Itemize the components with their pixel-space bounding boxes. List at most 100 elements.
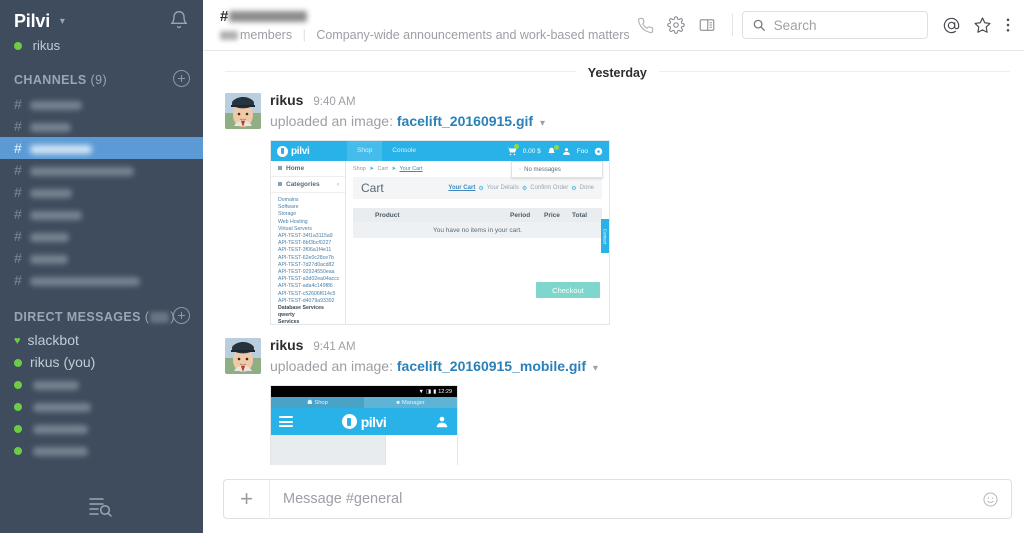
kebab-menu-icon[interactable]	[998, 10, 1018, 41]
sidebar-dm-item[interactable]: rikus (you)	[0, 351, 203, 373]
sidebar-channel-item[interactable]: #	[0, 225, 203, 247]
cart-page-title: Cart	[361, 181, 384, 195]
search-input[interactable]: Search	[741, 11, 928, 39]
desktop-shop-screenshot[interactable]: pilvi Shop Console 0.00 $ Foo ◦ No messa…	[270, 140, 610, 325]
channels-label: CHANNELS	[14, 73, 87, 88]
step-your-details: Your Details	[486, 185, 519, 191]
gear-icon[interactable]	[661, 10, 692, 41]
shop-category-item: Virtual Servers	[278, 225, 312, 232]
channel-name-redacted	[30, 166, 134, 176]
breadcrumb-your-cart: Your Cart	[399, 166, 423, 172]
message-author[interactable]: rikus	[270, 337, 303, 353]
file-link[interactable]: facelift_20160915.gif	[397, 113, 533, 129]
shop-category-item: API-TEST-62e0c28ce7b	[278, 254, 334, 261]
channel-name-redacted	[30, 254, 68, 264]
shop-category-item: Software	[278, 204, 299, 211]
presence-dot	[14, 359, 22, 368]
message-timestamp: 9:41 AM	[313, 341, 356, 353]
channel-name-redacted	[229, 11, 308, 23]
members-label: members	[240, 27, 293, 42]
gear-icon: ⚙	[521, 185, 528, 192]
meta-divider: |	[302, 27, 306, 42]
message-author[interactable]: rikus	[270, 92, 303, 108]
channel-name-redacted	[30, 210, 82, 220]
sidebar-footer	[0, 481, 203, 533]
smiley-icon[interactable]	[971, 491, 1011, 508]
sidebar-channel-item[interactable]: #	[0, 115, 203, 137]
channels-section-header: CHANNELS (9)	[0, 70, 203, 88]
shop-category-item: API-TEST-8bf3bcf0227	[278, 240, 332, 247]
sidebar-dm-item[interactable]: ♥ slackbot	[0, 329, 203, 351]
mobile-tab-shop-label: Shop	[314, 399, 328, 406]
star-icon[interactable]	[967, 10, 998, 41]
shop-main: Shop ➤ Cart ➤ Your Cart Cart Your Cart ⚙…	[346, 161, 609, 324]
column-total: Total	[572, 211, 588, 219]
pilvi-logo: pilvi	[271, 414, 457, 430]
user-label: Foo	[576, 147, 588, 155]
plus-circle-icon[interactable]	[173, 70, 190, 88]
sidebar-dm-item[interactable]	[0, 439, 203, 461]
hash-icon: #	[14, 140, 22, 157]
message-text: uploaded an image: facelift_20160915_mob…	[270, 356, 1012, 379]
column-price: Price	[544, 211, 560, 219]
chevron-down-icon[interactable]: ▾	[593, 363, 598, 374]
message-input[interactable]: Message #general	[270, 491, 971, 507]
shop-category-item: Services	[278, 319, 300, 325]
step-done: Done	[579, 185, 594, 191]
no-messages-text: No messages	[524, 166, 561, 173]
chevron-down-icon: ▾	[59, 16, 65, 27]
sidebar-channel-item[interactable]: #	[0, 269, 203, 291]
team-header[interactable]: Pilvi ▾	[0, 0, 203, 32]
dm-count-redacted	[150, 312, 170, 324]
message-list[interactable]: Yesterday rikus 9:40 AM uploaded an imag…	[203, 51, 1024, 533]
hash-icon: #	[14, 206, 22, 223]
sidebar-channel-item[interactable]: #	[0, 159, 203, 181]
file-link[interactable]: facelift_20160915_mobile.gif	[397, 358, 586, 374]
plus-icon[interactable]: +	[224, 479, 270, 519]
presence-dot	[14, 425, 22, 434]
cart-table-header: Product Period Price Total	[353, 208, 602, 222]
sidebar-panel-icon[interactable]	[692, 10, 723, 41]
message-composer[interactable]: + Message #general	[223, 479, 1012, 519]
bell-badge	[553, 144, 559, 150]
shop-topbar-right: 0.00 $ Foo	[506, 143, 609, 156]
sidebar-dm-item[interactable]	[0, 395, 203, 417]
shop-category-item: Domains	[278, 197, 299, 203]
message-body: rikus 9:40 AM uploaded an image: facelif…	[270, 93, 1012, 325]
shop-category-item: API-TEST-ada4c149f86	[278, 283, 333, 290]
sidebar-channel-item[interactable]: #	[0, 203, 203, 225]
bell-icon	[547, 144, 559, 156]
shop-category-item: API-TEST-c52606f614c5	[278, 290, 336, 297]
plus-circle-icon[interactable]	[173, 307, 190, 325]
sidebar-channel-item[interactable]: #	[0, 181, 203, 203]
channel-title-block[interactable]: # members | Company-wide announcements a…	[220, 8, 630, 42]
avatar[interactable]	[225, 93, 261, 129]
channel-name-redacted	[30, 100, 82, 110]
at-icon[interactable]	[936, 10, 967, 41]
chevron-down-icon[interactable]: ▾	[540, 118, 545, 129]
composer-area: + Message #general	[203, 465, 1024, 533]
shop-category-item: API-TEST-34f1a3115a9	[278, 233, 333, 240]
mobile-tab-manager-label: Manager	[401, 399, 425, 406]
shop-tab-console: Console	[392, 147, 417, 154]
phone-icon[interactable]	[630, 10, 661, 41]
pilvi-mark-icon	[341, 414, 357, 429]
gear-icon	[594, 147, 603, 156]
current-user-row[interactable]: rikus	[0, 37, 203, 53]
message-header: rikus 9:40 AM	[270, 93, 1012, 110]
channel-name-redacted	[30, 188, 72, 198]
upload-prefix: uploaded an image:	[270, 358, 393, 374]
sidebar-channel-item[interactable]: #	[0, 247, 203, 269]
hash-icon: #	[14, 184, 22, 201]
sidebar-channel-item[interactable]: #	[0, 93, 203, 115]
lines-search-icon[interactable]	[88, 495, 112, 517]
presence-dot	[14, 447, 22, 456]
search-icon	[753, 19, 765, 31]
sidebar-channel-item[interactable]: #	[0, 137, 203, 160]
sidebar-dm-item[interactable]	[0, 417, 203, 439]
bell-icon[interactable]	[169, 10, 189, 30]
sidebar-dm-item[interactable]	[0, 373, 203, 395]
column-product: Product	[375, 211, 400, 219]
message-text: uploaded an image: facelift_20160915.gif…	[270, 111, 1012, 134]
avatar[interactable]	[225, 338, 261, 374]
